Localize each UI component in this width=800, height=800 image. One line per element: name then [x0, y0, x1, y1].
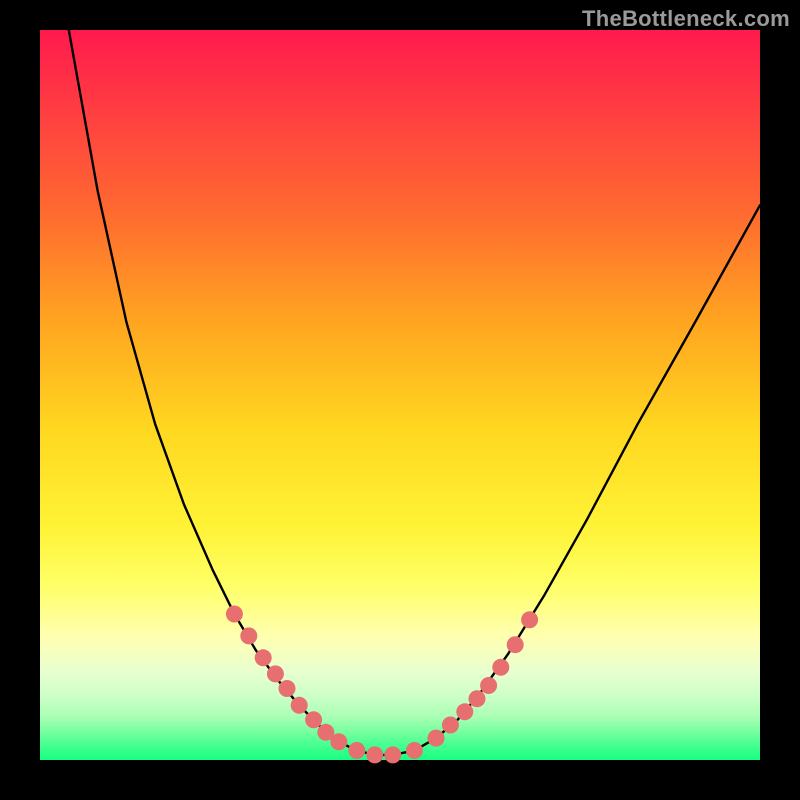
highlight-dot	[428, 730, 445, 747]
highlight-dot	[330, 733, 347, 750]
highlight-dot	[226, 606, 243, 623]
highlight-dot	[240, 627, 257, 644]
watermark-text: TheBottleneck.com	[582, 6, 790, 32]
highlight-dot	[291, 697, 308, 714]
chart-stage: TheBottleneck.com	[0, 0, 800, 800]
highlight-dots-group	[226, 606, 538, 764]
highlight-dot	[305, 711, 322, 728]
highlight-dot	[442, 717, 459, 734]
highlight-dot	[492, 659, 509, 676]
highlight-dot	[348, 742, 365, 759]
highlight-dot	[255, 649, 272, 666]
highlight-dot	[521, 611, 538, 628]
highlight-dot	[279, 680, 296, 697]
bottleneck-curve	[69, 30, 760, 755]
highlight-dot	[456, 703, 473, 720]
highlight-dot	[507, 636, 524, 653]
highlight-dot	[406, 742, 423, 759]
highlight-dot	[366, 746, 383, 763]
highlight-dot	[469, 690, 486, 707]
highlight-dot	[480, 677, 497, 694]
curve-overlay	[40, 30, 760, 760]
highlight-dot	[384, 746, 401, 763]
highlight-dot	[267, 665, 284, 682]
